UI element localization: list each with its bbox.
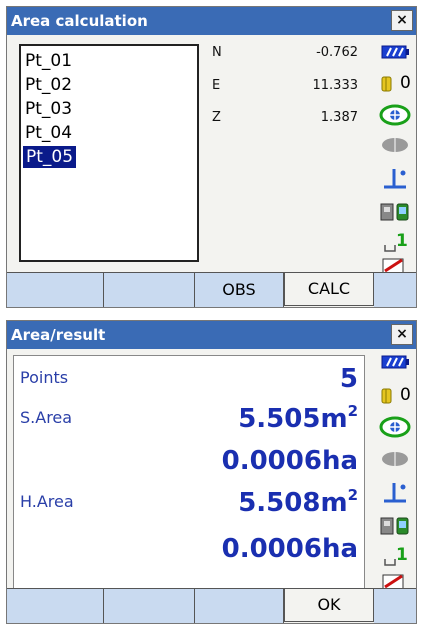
list-item-selected[interactable]: Pt_05 [23,146,77,168]
softkey-5[interactable] [374,589,416,623]
softkey-1[interactable] [7,589,104,623]
z-label: Z [212,110,221,125]
softkey-bar: OK [7,588,416,623]
h-area-label: H.Area [20,492,74,511]
softkey-2[interactable] [104,273,195,307]
battery-icon [378,351,412,377]
result-area: Points 5 S.Area 5.505m2 0.0006ha H.Area … [13,355,365,589]
softkey-bar: OBS CALC [7,272,416,307]
ok-button[interactable]: OK [284,588,374,622]
e-label: E [212,78,221,93]
n-value: -0.762 [316,45,358,60]
points-value: 5 [339,364,358,394]
softkey-3[interactable] [195,589,284,623]
target-icon[interactable] [378,415,412,441]
window-title: Area calculation × [7,7,416,35]
counter-value: 1 [396,231,408,251]
squared-sup: 2 [347,402,358,420]
counter-icon: 1 [378,545,412,571]
prism-icon: 0 [378,73,412,99]
prism-shape-icon [378,449,412,475]
s-area-label: S.Area [20,408,73,427]
area-result-window: Area/result × Points 5 S.Area 5.505m2 0.… [6,320,417,624]
tilt-icon [378,165,412,191]
prism-constant: 0 [400,385,411,405]
s-area-ha-value: 0.0006ha [221,446,358,476]
close-button[interactable]: × [391,10,413,31]
squared-sup: 2 [347,486,358,504]
prism-icon: 0 [378,385,412,411]
h-area-ha-value: 0.0006ha [221,534,358,564]
h-area-m2-text: 5.508m [238,488,348,518]
counter-icon: 1 [378,231,412,257]
softkey-2[interactable] [104,589,195,623]
window-title: Area/result × [7,321,416,349]
battery-icon [378,41,412,67]
s-area-m2-value: 5.505m2 [238,402,358,434]
tilt-icon [378,479,412,505]
e-value: 11.333 [312,78,359,93]
calc-button[interactable]: CALC [284,272,374,306]
n-label: N [212,45,222,60]
list-item[interactable]: Pt_01 [25,50,72,72]
counter-value: 1 [396,545,408,565]
s-area-m2-text: 5.505m [238,404,348,434]
list-item[interactable]: Pt_03 [25,98,72,120]
title-text: Area calculation [11,12,148,30]
softkey-5[interactable] [374,273,416,307]
list-item[interactable]: Pt_02 [25,74,72,96]
list-item[interactable]: Pt_04 [25,122,72,144]
z-value: 1.387 [320,110,358,125]
points-label: Points [20,368,69,387]
obs-button[interactable]: OBS [195,273,284,307]
prism-shape-icon [378,135,412,161]
close-button[interactable]: × [391,324,413,345]
target-icon[interactable] [378,103,412,129]
prism-constant: 0 [400,73,411,93]
instrument-controller-icon [378,513,412,539]
title-text: Area/result [11,326,106,344]
point-list[interactable]: Pt_01 Pt_02 Pt_03 Pt_04 Pt_05 [19,44,199,262]
softkey-1[interactable] [7,273,104,307]
instrument-controller-icon [378,199,412,225]
h-area-m2-value: 5.508m2 [238,486,358,518]
area-calculation-window: Area calculation × Pt_01 Pt_02 Pt_03 Pt_… [6,6,417,308]
